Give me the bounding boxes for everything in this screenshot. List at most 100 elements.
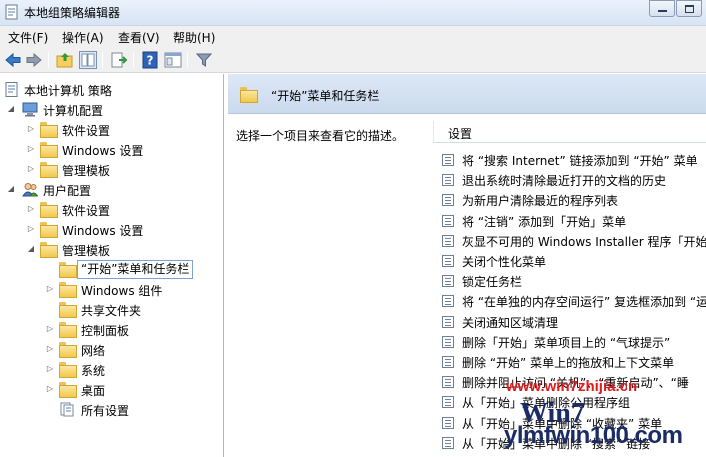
minimize-button[interactable] [649,0,675,17]
policy-row[interactable]: 将 “注销” 添加到「开始」菜单 [442,211,706,231]
toolbar-separator [133,52,134,68]
tree-label: 计算机配置 [43,104,104,118]
policy-row[interactable]: 将 “搜索 Internet” 链接添加到 “开始” 菜单 [442,150,706,170]
collapsed-arrow-icon[interactable]: ▷ [45,324,55,334]
policy-label: 从「开始」菜单删除公用程序组 [462,396,631,411]
up-folder-icon[interactable] [56,51,74,69]
tree-item-user-config[interactable]: ◢ 用户配置 [0,180,224,200]
policy-label: 关闭通知区域清理 [462,315,559,330]
policy-setting-icon [442,154,454,166]
expanded-arrow-icon[interactable]: ◢ [26,244,36,254]
tree-item-desktop[interactable]: ▷ 桌面 [0,380,224,400]
policy-label: 锁定任务栏 [462,275,523,290]
collapsed-arrow-icon[interactable]: ▷ [45,364,55,374]
show-hide-tree-icon[interactable] [79,51,97,69]
policy-row[interactable]: 为新用户清除最近的程序列表 [442,190,706,210]
tree-item-windows-settings[interactable]: ▷ Windows 设置 [0,140,224,160]
policy-setting-icon [442,416,454,429]
collapsed-arrow-icon[interactable]: ▷ [45,284,55,294]
collapsed-arrow-icon[interactable]: ▷ [45,344,55,354]
tree-item-user-software-settings[interactable]: ▷ 软件设置 [0,200,224,220]
policy-setting-icon [442,295,454,308]
window-title: 本地组策略编辑器 [24,6,121,20]
back-arrow-icon[interactable] [4,51,22,69]
policy-row[interactable]: 退出系统时清除最近打开的文档的历史 [442,170,706,190]
tree-item-software-settings[interactable]: ▷ 软件设置 [0,120,224,140]
svg-text:?: ? [147,54,154,68]
help-icon[interactable]: ? [141,51,159,69]
column-header-setting[interactable]: 设置 [433,121,706,143]
menu-help[interactable]: 帮助(H) [173,29,215,46]
folder-icon [40,202,58,218]
policy-row[interactable]: 从「开始」菜单删除公用程序组 [442,392,706,412]
tree-item-user-windows-settings[interactable]: ▷ Windows 设置 [0,220,224,240]
policy-row[interactable]: 关闭通知区域清理 [442,312,706,332]
policy-row[interactable]: 从「开始」菜单中删除 “搜索” 链接 [442,433,706,453]
tree-label: 管理模板 [62,164,111,178]
policy-row[interactable]: 关闭个性化菜单 [442,251,706,271]
tree-item-windows-components[interactable]: ▷ Windows 组件 [0,280,224,300]
policy-label: 删除「开始」菜单项目上的 “气球提示” [462,335,671,350]
policy-setting-icon [442,335,454,348]
collapsed-arrow-icon[interactable]: ▷ [26,224,36,234]
policy-setting-icon [442,376,454,389]
tree-item-shared-folders[interactable]: 共享文件夹 [0,300,224,320]
policy-document-icon [5,82,18,97]
toolbar: ? [0,47,706,73]
policy-row[interactable]: 删除 “开始” 菜单上的拖放和上下文菜单 [442,352,706,372]
policy-setting-icon [442,315,454,328]
minimize-icon [658,10,667,12]
tree-item-all-settings[interactable]: 所有设置 [0,400,224,420]
folder-open-icon [40,242,58,258]
tree-item-control-panel[interactable]: ▷ 控制面板 [0,320,224,340]
expanded-arrow-icon[interactable]: ◢ [6,184,16,194]
policy-row[interactable]: 删除并阻止访问 “关机”、“重新启动”、“睡 [442,372,706,392]
export-list-icon[interactable] [110,51,128,69]
folder-icon [59,382,77,398]
collapsed-arrow-icon[interactable]: ▷ [26,164,36,174]
policy-setting-icon [442,214,454,227]
tree-item-network[interactable]: ▷ 网络 [0,340,224,360]
expanded-arrow-icon[interactable]: ◢ [6,104,16,114]
policy-label: 退出系统时清除最近打开的文档的历史 [462,174,667,189]
policy-label: 将 “注销” 添加到「开始」菜单 [462,214,627,229]
folder-icon [40,222,58,238]
tree-label: 软件设置 [62,204,111,218]
collapsed-arrow-icon[interactable]: ▷ [45,384,55,394]
collapsed-arrow-icon[interactable]: ▷ [26,144,36,154]
policy-setting-icon [442,396,454,409]
details-pane: “开始”菜单和任务栏 选择一个项目来查看它的描述。 设置 将 “搜索 Inter… [228,74,706,457]
policy-row[interactable]: 锁定任务栏 [442,271,706,291]
policy-setting-icon [442,174,454,187]
policy-row[interactable]: 删除「开始」菜单项目上的 “气球提示” [442,332,706,352]
menu-bar: 文件(F) 操作(A) 查看(V) 帮助(H) [0,26,706,47]
menu-view[interactable]: 查看(V) [118,29,160,46]
tree-label: 用户配置 [43,184,92,198]
tree-item-start-menu-taskbar[interactable]: “开始”菜单和任务栏 [0,260,224,280]
policy-row[interactable]: 从「开始」菜单中删除 “收藏夹” 菜单 [442,413,706,433]
tree-label: 共享文件夹 [81,304,142,318]
details-title: “开始”菜单和任务栏 [271,89,380,103]
policy-setting-icon [442,275,454,288]
menu-action[interactable]: 操作(A) [62,29,104,46]
policy-setting-icon [442,194,454,207]
policy-row[interactable]: 将 “在单独的内存空间运行” 复选框添加到 “运 [442,291,706,311]
collapsed-arrow-icon[interactable]: ▷ [26,204,36,214]
tree-label: 管理模板 [62,244,111,258]
tree-item-root[interactable]: 本地计算机 策略 [0,80,224,100]
collapsed-arrow-icon[interactable]: ▷ [26,124,36,134]
maximize-button[interactable] [676,0,702,17]
tree-item-admin-templates[interactable]: ▷ 管理模板 [0,160,224,180]
properties-icon[interactable] [164,51,182,69]
menu-file[interactable]: 文件(F) [8,29,48,46]
users-icon [22,183,38,197]
forward-arrow-icon[interactable] [25,51,43,69]
tree-label: 系统 [81,364,106,378]
tree-item-system[interactable]: ▷ 系统 [0,360,224,380]
filter-icon[interactable] [195,51,213,69]
tree-item-computer-config[interactable]: ◢ 计算机配置 [0,100,224,120]
policy-row[interactable]: 灰显不可用的 Windows Installer 程序「开始 [442,231,706,251]
tree-item-user-admin-templates[interactable]: ◢ 管理模板 [0,240,224,260]
tree-label: Windows 组件 [81,284,163,298]
folder-icon [40,142,58,158]
